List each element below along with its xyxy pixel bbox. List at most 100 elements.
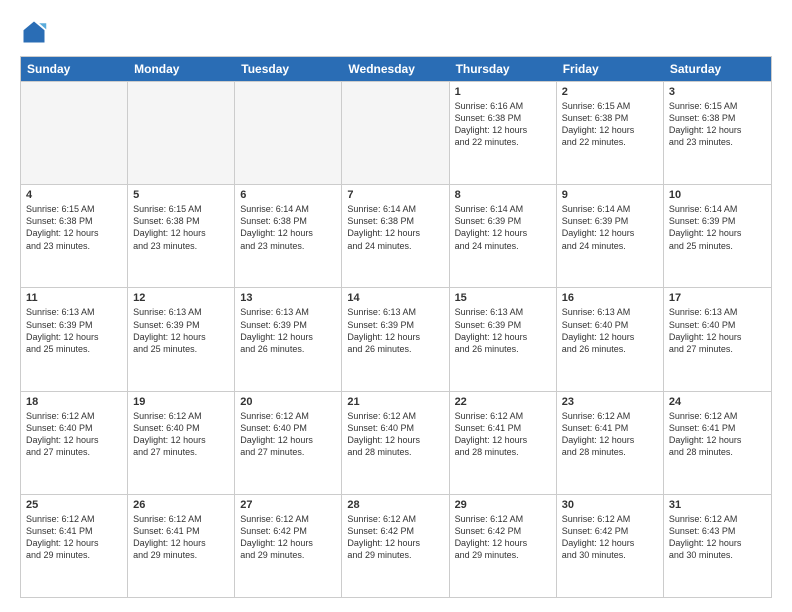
- calendar-cell: 10 Sunrise: 6:14 AM Sunset: 6:39 PM Dayli…: [664, 185, 771, 287]
- day-info: Sunrise: 6:15 AM Sunset: 6:38 PM Dayligh…: [133, 203, 229, 252]
- day-number: 27: [240, 499, 336, 511]
- day-number: 12: [133, 292, 229, 304]
- day-number: 1: [455, 86, 551, 98]
- day-number: 20: [240, 396, 336, 408]
- calendar-cell: 2Sunrise: 6:15 AM Sunset: 6:38 PM Daylig…: [557, 82, 664, 184]
- day-info: Sunrise: 6:12 AM Sunset: 6:40 PM Dayligh…: [240, 410, 336, 459]
- header-day-wednesday: Wednesday: [342, 57, 449, 81]
- day-number: 22: [455, 396, 551, 408]
- calendar-header: SundayMondayTuesdayWednesdayThursdayFrid…: [21, 57, 771, 81]
- calendar-cell: 11 Sunrise: 6:13 AM Sunset: 6:39 PM Dayli…: [21, 288, 128, 390]
- calendar-cell: 19 Sunrise: 6:12 AM Sunset: 6:40 PM Dayli…: [128, 392, 235, 494]
- day-number: 10: [669, 189, 766, 201]
- day-number: 6: [240, 189, 336, 201]
- day-info: Sunrise: 6:12 AM Sunset: 6:40 PM Dayligh…: [133, 410, 229, 459]
- header: [20, 18, 772, 46]
- calendar-row-5: 25 Sunrise: 6:12 AM Sunset: 6:41 PM Dayli…: [21, 494, 771, 597]
- calendar-cell: 16 Sunrise: 6:13 AM Sunset: 6:40 PM Dayli…: [557, 288, 664, 390]
- day-info: Sunrise: 6:12 AM Sunset: 6:41 PM Dayligh…: [133, 513, 229, 562]
- day-number: 14: [347, 292, 443, 304]
- day-number: 28: [347, 499, 443, 511]
- day-number: 9: [562, 189, 658, 201]
- calendar-cell: 23 Sunrise: 6:12 AM Sunset: 6:41 PM Dayli…: [557, 392, 664, 494]
- day-info: Sunrise: 6:13 AM Sunset: 6:39 PM Dayligh…: [133, 306, 229, 355]
- calendar: SundayMondayTuesdayWednesdayThursdayFrid…: [20, 56, 772, 598]
- calendar-cell: [21, 82, 128, 184]
- day-info: Sunrise: 6:12 AM Sunset: 6:42 PM Dayligh…: [347, 513, 443, 562]
- calendar-cell: 25 Sunrise: 6:12 AM Sunset: 6:41 PM Dayli…: [21, 495, 128, 597]
- day-info: Sunrise: 6:12 AM Sunset: 6:43 PM Dayligh…: [669, 513, 766, 562]
- day-number: 4: [26, 189, 122, 201]
- day-info: Sunrise: 6:16 AM Sunset: 6:38 PM Dayligh…: [455, 100, 551, 149]
- day-info: Sunrise: 6:14 AM Sunset: 6:39 PM Dayligh…: [455, 203, 551, 252]
- day-number: 13: [240, 292, 336, 304]
- calendar-cell: 30 Sunrise: 6:12 AM Sunset: 6:42 PM Dayli…: [557, 495, 664, 597]
- calendar-cell: 21 Sunrise: 6:12 AM Sunset: 6:40 PM Dayli…: [342, 392, 449, 494]
- calendar-cell: 12 Sunrise: 6:13 AM Sunset: 6:39 PM Dayli…: [128, 288, 235, 390]
- header-day-saturday: Saturday: [664, 57, 771, 81]
- calendar-cell: [128, 82, 235, 184]
- day-number: 25: [26, 499, 122, 511]
- day-number: 15: [455, 292, 551, 304]
- day-number: 16: [562, 292, 658, 304]
- day-number: 21: [347, 396, 443, 408]
- day-number: 8: [455, 189, 551, 201]
- day-number: 30: [562, 499, 658, 511]
- calendar-cell: [342, 82, 449, 184]
- day-info: Sunrise: 6:13 AM Sunset: 6:40 PM Dayligh…: [669, 306, 766, 355]
- calendar-cell: 8 Sunrise: 6:14 AM Sunset: 6:39 PM Daylig…: [450, 185, 557, 287]
- day-info: Sunrise: 6:12 AM Sunset: 6:40 PM Dayligh…: [347, 410, 443, 459]
- calendar-body: 1 Sunrise: 6:16 AM Sunset: 6:38 PM Daylig…: [21, 81, 771, 597]
- logo-icon: [20, 18, 48, 46]
- header-day-friday: Friday: [557, 57, 664, 81]
- day-info: Sunrise: 6:13 AM Sunset: 6:40 PM Dayligh…: [562, 306, 658, 355]
- day-info: Sunrise: 6:12 AM Sunset: 6:40 PM Dayligh…: [26, 410, 122, 459]
- calendar-cell: 15 Sunrise: 6:13 AM Sunset: 6:39 PM Dayli…: [450, 288, 557, 390]
- day-info: Sunrise: 6:14 AM Sunset: 6:39 PM Dayligh…: [562, 203, 658, 252]
- day-info: Sunrise: 6:12 AM Sunset: 6:42 PM Dayligh…: [240, 513, 336, 562]
- calendar-cell: 1 Sunrise: 6:16 AM Sunset: 6:38 PM Daylig…: [450, 82, 557, 184]
- header-day-sunday: Sunday: [21, 57, 128, 81]
- day-number: 29: [455, 499, 551, 511]
- day-info: Sunrise: 6:14 AM Sunset: 6:39 PM Dayligh…: [669, 203, 766, 252]
- day-info: Sunrise: 6:15 AM Sunset: 6:38 PM Dayligh…: [669, 100, 766, 149]
- day-number: 5: [133, 189, 229, 201]
- calendar-cell: 29 Sunrise: 6:12 AM Sunset: 6:42 PM Dayli…: [450, 495, 557, 597]
- day-info: Sunrise: 6:12 AM Sunset: 6:41 PM Dayligh…: [562, 410, 658, 459]
- day-number: 11: [26, 292, 122, 304]
- day-number: 23: [562, 396, 658, 408]
- day-info: Sunrise: 6:14 AM Sunset: 6:38 PM Dayligh…: [347, 203, 443, 252]
- calendar-cell: 9 Sunrise: 6:14 AM Sunset: 6:39 PM Daylig…: [557, 185, 664, 287]
- calendar-row-1: 1 Sunrise: 6:16 AM Sunset: 6:38 PM Daylig…: [21, 81, 771, 184]
- day-info: Sunrise: 6:13 AM Sunset: 6:39 PM Dayligh…: [26, 306, 122, 355]
- calendar-cell: 7 Sunrise: 6:14 AM Sunset: 6:38 PM Daylig…: [342, 185, 449, 287]
- header-day-thursday: Thursday: [450, 57, 557, 81]
- logo: [20, 18, 52, 46]
- calendar-cell: 14 Sunrise: 6:13 AM Sunset: 6:39 PM Dayli…: [342, 288, 449, 390]
- day-number: 7: [347, 189, 443, 201]
- calendar-cell: 13Sunrise: 6:13 AM Sunset: 6:39 PM Dayli…: [235, 288, 342, 390]
- day-number: 19: [133, 396, 229, 408]
- calendar-cell: 5 Sunrise: 6:15 AM Sunset: 6:38 PM Daylig…: [128, 185, 235, 287]
- day-info: Sunrise: 6:12 AM Sunset: 6:41 PM Dayligh…: [26, 513, 122, 562]
- header-day-tuesday: Tuesday: [235, 57, 342, 81]
- calendar-cell: 26 Sunrise: 6:12 AM Sunset: 6:41 PM Dayli…: [128, 495, 235, 597]
- day-info: Sunrise: 6:13 AM Sunset: 6:39 PM Dayligh…: [347, 306, 443, 355]
- calendar-cell: 6 Sunrise: 6:14 AM Sunset: 6:38 PM Daylig…: [235, 185, 342, 287]
- day-info: Sunrise: 6:14 AM Sunset: 6:38 PM Dayligh…: [240, 203, 336, 252]
- day-number: 26: [133, 499, 229, 511]
- day-number: 2: [562, 86, 658, 98]
- calendar-cell: 18 Sunrise: 6:12 AM Sunset: 6:40 PM Dayli…: [21, 392, 128, 494]
- day-info: Sunrise: 6:12 AM Sunset: 6:41 PM Dayligh…: [455, 410, 551, 459]
- calendar-cell: 28 Sunrise: 6:12 AM Sunset: 6:42 PM Dayli…: [342, 495, 449, 597]
- day-info: Sunrise: 6:12 AM Sunset: 6:42 PM Dayligh…: [455, 513, 551, 562]
- day-number: 3: [669, 86, 766, 98]
- calendar-cell: 17Sunrise: 6:13 AM Sunset: 6:40 PM Dayli…: [664, 288, 771, 390]
- day-info: Sunrise: 6:13 AM Sunset: 6:39 PM Dayligh…: [455, 306, 551, 355]
- day-number: 18: [26, 396, 122, 408]
- day-info: Sunrise: 6:12 AM Sunset: 6:42 PM Dayligh…: [562, 513, 658, 562]
- page: SundayMondayTuesdayWednesdayThursdayFrid…: [0, 0, 792, 612]
- day-info: Sunrise: 6:15 AM Sunset: 6:38 PM Dayligh…: [26, 203, 122, 252]
- calendar-row-4: 18 Sunrise: 6:12 AM Sunset: 6:40 PM Dayli…: [21, 391, 771, 494]
- calendar-cell: 4 Sunrise: 6:15 AM Sunset: 6:38 PM Daylig…: [21, 185, 128, 287]
